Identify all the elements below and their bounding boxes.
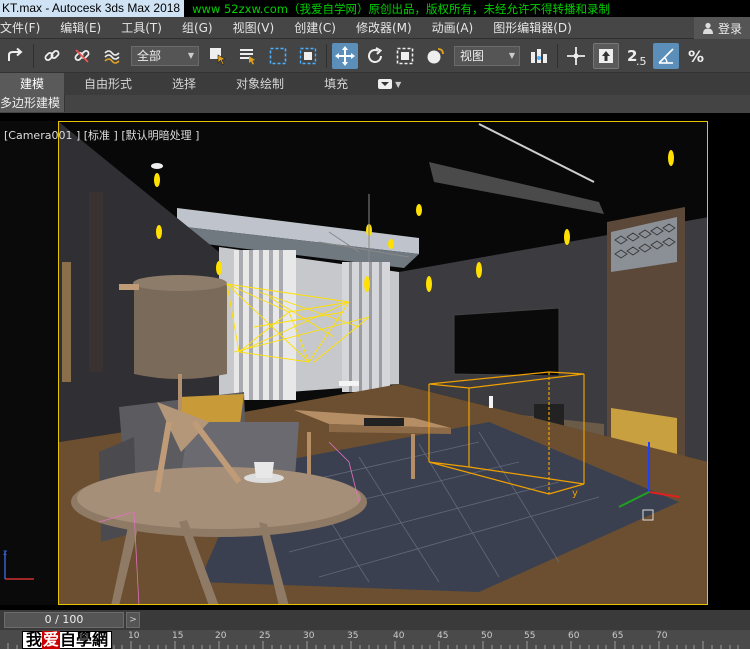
place-icon bbox=[427, 47, 444, 63]
chevron-down-icon: ▼ bbox=[508, 51, 515, 60]
menu-modifiers[interactable]: 修改器(M) bbox=[346, 17, 422, 39]
select-and-manipulate-button[interactable] bbox=[563, 43, 589, 69]
chevron-right-icon: > bbox=[129, 615, 137, 625]
pivot-center-button[interactable] bbox=[526, 43, 552, 69]
logo-char: 我 bbox=[26, 630, 43, 649]
scene-render: y bbox=[59, 122, 707, 604]
menu-bar: 文件(F) 编辑(E) 工具(T) 组(G) 视图(V) 创建(C) 修改器(M… bbox=[0, 17, 750, 39]
svg-text:z: z bbox=[3, 548, 7, 557]
login-button[interactable]: 登录 bbox=[693, 17, 750, 39]
polygon-modeling-label[interactable]: 多边形建模 bbox=[0, 95, 66, 112]
ribbon-toggle-icon bbox=[378, 79, 393, 89]
redo-icon bbox=[8, 47, 23, 61]
viewport-left-margin: z bbox=[0, 121, 58, 605]
logo-char: 自學網 bbox=[60, 630, 109, 649]
redo-button[interactable] bbox=[2, 43, 28, 69]
window-crossing-icon bbox=[299, 47, 317, 64]
left-scene-edge: z bbox=[0, 121, 58, 605]
chevron-down-icon: ▼ bbox=[395, 79, 402, 89]
toolbar-separator bbox=[557, 43, 558, 68]
unlink-button[interactable] bbox=[69, 43, 95, 69]
pivot-center-icon bbox=[531, 48, 547, 63]
watermark-banner: www 52zxw.com（我爱自学网）原创出品，版权所有，未经允许不得转播和录… bbox=[192, 1, 611, 16]
tab-selection[interactable]: 选择 bbox=[152, 73, 216, 95]
select-and-scale-button[interactable] bbox=[392, 43, 418, 69]
title-bar: KT.max - Autocesk 3ds Max 2018 www 52zxw… bbox=[0, 0, 750, 17]
select-object-button[interactable] bbox=[205, 43, 231, 69]
keyboard-shortcut-override-button[interactable] bbox=[593, 42, 619, 69]
timeline-ruler[interactable]: 0 5 10 15 20 25 30 35 40 45 50 55 60 65 … bbox=[0, 630, 750, 649]
snaps-toggle-button[interactable]: 2.5 bbox=[623, 43, 649, 69]
app-window: KT.max - Autocesk 3ds Max 2018 www 52zxw… bbox=[0, 0, 750, 649]
tab-modeling[interactable]: 建模 bbox=[0, 73, 65, 95]
select-by-name-button[interactable] bbox=[235, 43, 261, 69]
move-icon bbox=[335, 45, 355, 66]
menu-animation[interactable]: 动画(A) bbox=[422, 17, 484, 39]
tab-freeform[interactable]: 自由形式 bbox=[64, 73, 152, 95]
svg-text:%: % bbox=[688, 47, 704, 66]
menu-create[interactable]: 创建(C) bbox=[284, 17, 346, 39]
ribbon-panel: 多边形建模 bbox=[0, 95, 750, 113]
login-label: 登录 bbox=[717, 21, 742, 36]
ribbon-options-button[interactable]: ▼ bbox=[378, 79, 401, 89]
link-icon bbox=[44, 49, 60, 61]
select-and-rotate-button[interactable] bbox=[362, 43, 388, 69]
reference-coordinate-dropdown[interactable]: 视图 ▼ bbox=[454, 45, 520, 66]
manipulate-icon bbox=[567, 46, 585, 65]
angle-snap-button[interactable] bbox=[653, 42, 679, 69]
rectangular-selection-button[interactable] bbox=[265, 43, 291, 69]
link-button[interactable] bbox=[39, 43, 65, 69]
snaps-icon: 2.5 bbox=[627, 47, 647, 67]
ribbon-tabs: 建模 自由形式 选择 对象绘制 填充 ▼ bbox=[0, 73, 750, 95]
time-slider: 0 / 100 > bbox=[0, 610, 750, 630]
chevron-down-icon: ▼ bbox=[187, 51, 194, 60]
selection-filter-dropdown[interactable]: 全部 ▼ bbox=[131, 45, 199, 66]
window-crossing-button[interactable] bbox=[295, 43, 321, 69]
scale-icon bbox=[396, 47, 414, 64]
menu-graph-editors[interactable]: 图形编辑器(D) bbox=[483, 17, 582, 39]
time-slider-thumb[interactable]: 0 / 100 bbox=[4, 612, 124, 628]
keyboard-shortcut-icon bbox=[599, 48, 613, 63]
svg-text:.5: .5 bbox=[636, 55, 647, 67]
user-icon bbox=[702, 22, 713, 34]
toolbar-separator bbox=[326, 43, 327, 68]
unlink-icon bbox=[74, 48, 90, 63]
menu-file[interactable]: 文件(F) bbox=[0, 17, 50, 39]
menu-view[interactable]: 视图(V) bbox=[223, 17, 285, 39]
angle-snap-icon bbox=[658, 47, 674, 64]
percent-snap-button[interactable]: % bbox=[683, 43, 709, 69]
menu-edit[interactable]: 编辑(E) bbox=[50, 17, 111, 39]
svg-text:y: y bbox=[572, 488, 578, 499]
tab-object-paint[interactable]: 对象绘制 bbox=[216, 73, 304, 95]
select-by-name-icon bbox=[240, 48, 255, 64]
select-and-move-button[interactable] bbox=[332, 42, 358, 69]
logo-char-highlight: 爱 bbox=[42, 630, 61, 649]
site-logo: 我 爱 自學網 bbox=[22, 630, 113, 649]
space-warp-icon bbox=[104, 49, 120, 64]
viewport-label[interactable]: [Camera001 ] [标准 ] [默认明暗处理 ] bbox=[4, 127, 199, 143]
menu-group[interactable]: 组(G) bbox=[172, 17, 223, 39]
selection-filter-value: 全部 bbox=[137, 49, 162, 63]
menu-tools[interactable]: 工具(T) bbox=[111, 17, 172, 39]
ruler-ticks bbox=[7, 641, 739, 649]
bind-space-warp-button[interactable] bbox=[99, 43, 125, 69]
reference-coordinate-value: 视图 bbox=[460, 49, 485, 63]
percent-snap-icon: % bbox=[688, 47, 704, 66]
rotate-icon bbox=[368, 46, 383, 63]
camera-viewport[interactable]: y bbox=[58, 121, 708, 605]
main-toolbar: 全部 ▼ 视图 ▼ 2 .5 % bbox=[0, 39, 750, 73]
tab-populate[interactable]: 填充 bbox=[304, 73, 368, 95]
toolbar-separator bbox=[33, 43, 34, 68]
select-object-icon bbox=[210, 47, 226, 65]
next-frame-button[interactable]: > bbox=[126, 612, 140, 628]
rectangle-selection-icon bbox=[269, 47, 287, 64]
select-and-place-button[interactable] bbox=[422, 43, 448, 69]
window-title: KT.max - Autocesk 3ds Max 2018 bbox=[0, 0, 185, 17]
